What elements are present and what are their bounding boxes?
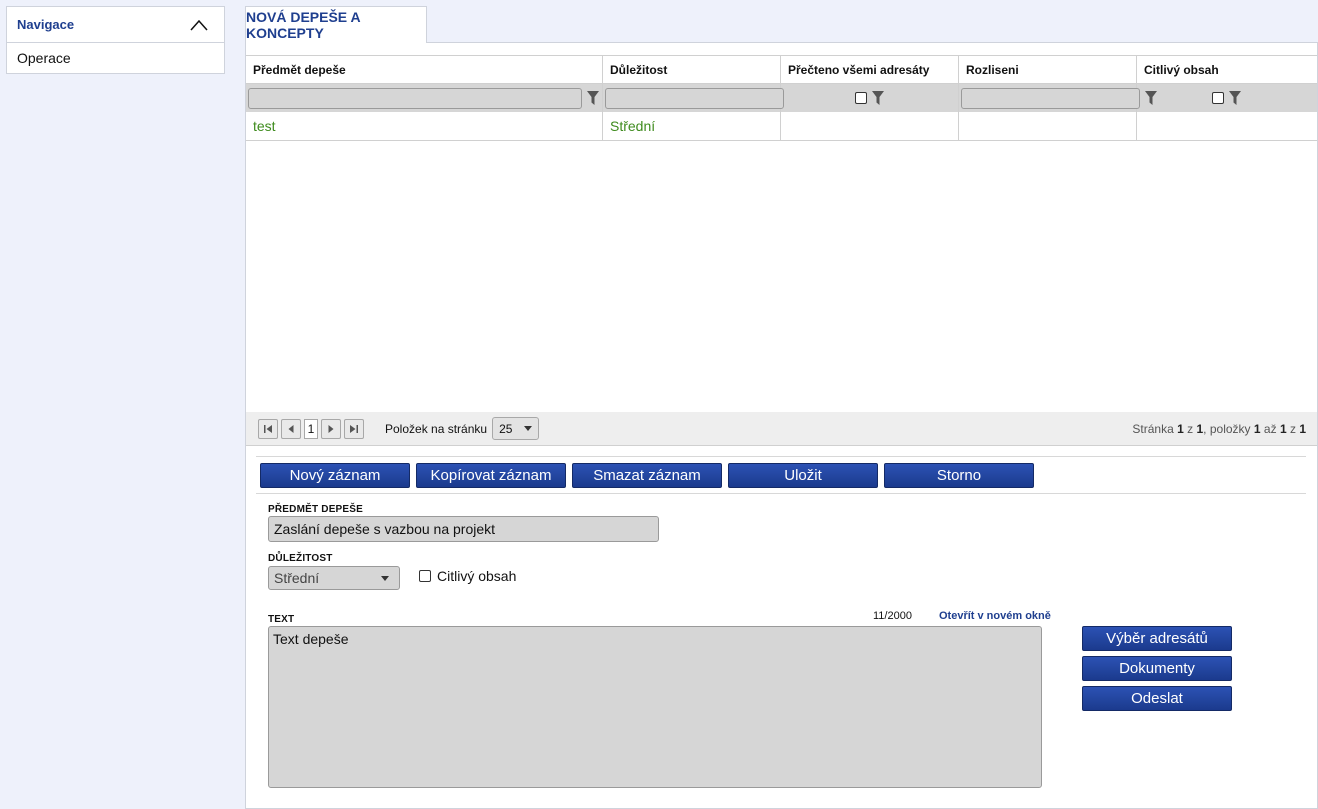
open-new-window-link[interactable]: Otevřít v novém okně	[939, 610, 1051, 622]
page-size-value: 25	[499, 421, 513, 436]
caret-down-icon	[381, 575, 389, 581]
sensitive-checkbox-row[interactable]: Citlivý obsah	[419, 568, 516, 584]
previous-page-button[interactable]	[281, 418, 301, 439]
text-counter: 11/2000	[873, 610, 912, 622]
pager-info-from: 1	[1253, 421, 1261, 436]
pager-info-to: 1	[1279, 421, 1287, 436]
cell-resolution	[959, 112, 1137, 140]
navigation-title: Navigace	[17, 17, 75, 32]
importance-label: DŮLEŽITOST	[268, 553, 333, 564]
filter-input-subject[interactable]	[248, 87, 582, 109]
main-panel: Předmět depeše Důležitost Přečteno všemi…	[245, 42, 1318, 809]
page-size-label: Položek na stránku	[385, 421, 488, 436]
navigation-panel: Navigace Operace	[6, 6, 225, 74]
filter-input-resolution[interactable]	[961, 87, 1140, 109]
page-size-select[interactable]: 25	[492, 417, 540, 440]
grid-pager: 1 Položek na stránku 25 Stránka 1 z 1, p…	[246, 412, 1317, 446]
navigation-item-operace[interactable]: Operace	[7, 43, 224, 73]
subject-input[interactable]: Zaslání depeše s vazbou na projekt	[268, 516, 659, 542]
pager-info-to-word: až	[1263, 421, 1277, 436]
last-page-button[interactable]	[344, 418, 364, 439]
column-header-importance[interactable]: Důležitost	[603, 56, 781, 83]
cell-importance: Střední	[603, 112, 781, 140]
first-page-icon	[264, 424, 272, 433]
next-page-icon	[328, 424, 334, 433]
column-header-sensitive[interactable]: Citlivý obsah	[1137, 56, 1317, 83]
importance-value: Střední	[274, 570, 320, 586]
current-page-number[interactable]: 1	[304, 418, 318, 439]
messages-grid: Předmět depeše Důležitost Přečteno všemi…	[246, 55, 1317, 455]
filter-icon[interactable]	[871, 90, 885, 106]
grid-header-row: Předmět depeše Důležitost Přečteno všemi…	[246, 56, 1317, 84]
subject-label: PŘEDMĚT DEPEŠE	[268, 504, 364, 515]
select-recipients-button[interactable]: Výběr adresátů	[1082, 626, 1232, 651]
filter-checkbox-sensitive[interactable]	[1212, 92, 1224, 104]
delete-record-button[interactable]: Smazat záznam	[572, 462, 722, 488]
cell-subject: test	[246, 112, 603, 140]
text-label: TEXT	[268, 614, 295, 625]
pager-info-page: 1	[1177, 421, 1184, 436]
send-button[interactable]: Odeslat	[1082, 686, 1232, 711]
filter-cell-read-all	[781, 84, 959, 112]
filter-input-importance[interactable]	[605, 87, 784, 109]
chevron-up-icon[interactable]	[190, 19, 208, 31]
pager-info: Stránka 1 z 1, položky 1 až 1 z 1	[1132, 422, 1306, 436]
filter-cell-resolution	[959, 84, 1157, 112]
save-button[interactable]: Uložit	[728, 462, 878, 488]
record-toolbar: Nový záznam Kopírovat záznam Smazat zázn…	[256, 456, 1306, 494]
cancel-button[interactable]: Storno	[884, 462, 1034, 488]
new-record-button[interactable]: Nový záznam	[260, 462, 410, 488]
cell-sensitive	[1137, 112, 1317, 140]
pager-info-prefix: Stránka	[1132, 421, 1174, 436]
last-page-icon	[350, 424, 358, 433]
sensitive-checkbox[interactable]	[419, 570, 431, 582]
caret-down-icon	[524, 426, 533, 431]
filter-cell-subject	[246, 84, 603, 112]
pager-info-total: 1	[1299, 421, 1306, 436]
tab-nova-depese[interactable]: NOVÁ DEPEŠE A KONCEPTY	[245, 6, 427, 43]
column-header-read-all[interactable]: Přečteno všemi adresáty	[781, 56, 959, 83]
importance-select[interactable]: Střední	[268, 566, 400, 590]
next-page-button[interactable]	[321, 418, 341, 439]
first-page-button[interactable]	[258, 418, 278, 439]
documents-button[interactable]: Dokumenty	[1082, 656, 1232, 681]
filter-icon[interactable]	[1228, 90, 1242, 106]
cell-read-all	[781, 112, 959, 140]
filter-cell-sensitive	[1137, 84, 1317, 112]
sensitive-checkbox-label: Citlivý obsah	[437, 568, 517, 584]
previous-page-icon	[288, 424, 294, 433]
filter-icon[interactable]	[586, 90, 600, 106]
filter-checkbox-read-all[interactable]	[854, 92, 867, 104]
copy-record-button[interactable]: Kopírovat záznam	[416, 462, 566, 488]
navigation-header[interactable]: Navigace	[7, 7, 224, 43]
message-text-area[interactable]: Text depeše	[268, 626, 1042, 788]
column-header-subject[interactable]: Předmět depeše	[246, 56, 603, 83]
pager-info-of: z	[1187, 421, 1194, 436]
grid-filter-row	[246, 84, 1317, 112]
pager-info-items-label: , položky	[1203, 421, 1251, 436]
pager-info-of2: z	[1289, 421, 1296, 436]
table-row[interactable]: test Střední	[246, 112, 1317, 141]
filter-cell-importance	[603, 84, 784, 112]
column-header-resolution[interactable]: Rozliseni	[959, 56, 1137, 83]
